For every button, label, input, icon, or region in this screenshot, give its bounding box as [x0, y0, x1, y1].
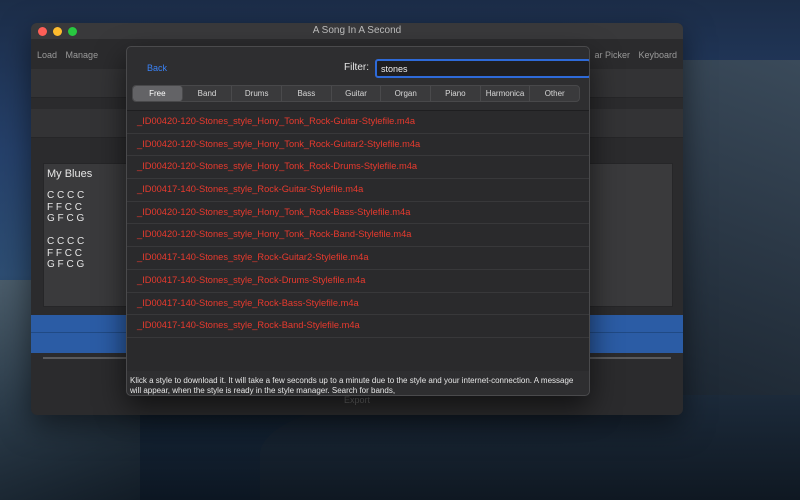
maximize-window-button[interactable] — [68, 27, 77, 36]
style-file-item[interactable]: _ID00417-140-Stones_style_Rock-Bass-Styl… — [127, 293, 589, 316]
category-tab-harmonica[interactable]: Harmonica — [481, 86, 531, 101]
category-tab-other[interactable]: Other — [530, 86, 579, 101]
style-file-item[interactable]: _ID00420-120-Stones_style_Hony_Tonk_Rock… — [127, 224, 589, 248]
load-button[interactable]: Load — [37, 50, 57, 60]
manage-button[interactable]: Manage — [66, 50, 99, 60]
minimize-window-button[interactable] — [53, 27, 62, 36]
style-file-item[interactable]: _ID00420-120-Stones_style_Hony_Tonk_Rock… — [127, 134, 589, 157]
style-file-item[interactable]: _ID00417-140-Stones_style_Rock-Guitar2-S… — [127, 247, 589, 270]
song-title: My Blues — [47, 168, 93, 180]
style-file-list: _ID00420-120-Stones_style_Hony_Tonk_Rock… — [127, 111, 589, 371]
export-button[interactable]: Export — [31, 395, 683, 405]
category-tab-band[interactable]: Band — [183, 86, 233, 101]
style-file-item[interactable]: _ID00420-120-Stones_style_Hony_Tonk_Rock… — [127, 111, 589, 134]
category-tab-guitar[interactable]: Guitar — [332, 86, 382, 101]
category-tab-free[interactable]: Free — [133, 86, 183, 101]
category-tab-piano[interactable]: Piano — [431, 86, 481, 101]
style-file-item[interactable]: _ID00420-120-Stones_style_Hony_Tonk_Rock… — [127, 202, 589, 225]
window-title: A Song In A Second — [312, 25, 402, 36]
category-tab-drums[interactable]: Drums — [232, 86, 283, 101]
category-tab-bass[interactable]: Bass — [282, 86, 332, 101]
style-download-dialog: Back Filter: FreeBandDrumsBassGuitarOrga… — [126, 46, 590, 396]
style-file-item[interactable]: _ID00417-140-Stones_style_Rock-Drums-Sty… — [127, 270, 589, 293]
keyboard-button[interactable]: Keyboard — [638, 50, 677, 60]
back-button[interactable]: Back — [147, 63, 167, 73]
close-window-button[interactable] — [38, 27, 47, 36]
category-segmented-control: Free Band Drums Bass Guitar Organ Piano Harmoni… — [132, 85, 580, 102]
style-file-item[interactable]: _ID00420-120-Stones_style_Hony_Tonk_Rock… — [127, 156, 589, 180]
picker-button[interactable]: ar Picker — [594, 50, 630, 60]
style-file-item[interactable]: _ID00417-140-Stones_style_Rock-Guitar-St… — [127, 179, 589, 202]
title-bar: A Song In A Second — [31, 23, 683, 39]
chord-sheet: C C C C F F C C G F C G C C C C F F C C … — [47, 190, 85, 270]
style-file-item[interactable]: _ID00417-140-Stones_style_Rock-Band-Styl… — [127, 315, 589, 338]
category-tab-organ[interactable]: Organ — [381, 86, 432, 101]
filter-label: Filter: — [344, 62, 369, 73]
info-text: Klick a style to download it. It will ta… — [130, 376, 574, 395]
filter-input[interactable] — [375, 59, 589, 78]
